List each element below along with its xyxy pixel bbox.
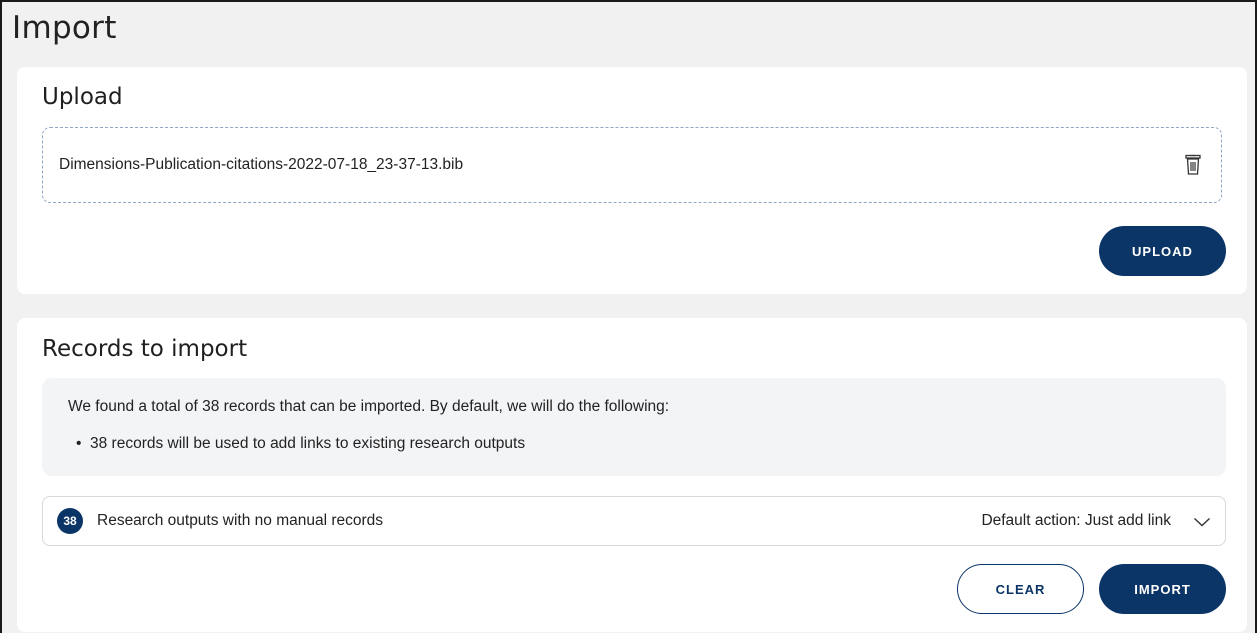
chevron-down-icon[interactable] (1193, 515, 1211, 527)
file-dropzone[interactable]: Dimensions-Publication-citations-2022-07… (42, 127, 1222, 203)
import-button[interactable]: IMPORT (1099, 564, 1226, 614)
bullet-text: 38 records will be used to add links to … (90, 435, 526, 452)
trash-icon[interactable] (1183, 154, 1203, 176)
bullet-marker: • (76, 435, 82, 452)
records-group-row[interactable]: 38 Research outputs with no manual recor… (42, 496, 1226, 546)
uploaded-file-name: Dimensions-Publication-citations-2022-07… (59, 156, 464, 173)
default-action-label: Default action: Just add link (981, 512, 1171, 529)
records-summary-panel: We found a total of 38 records that can … (42, 378, 1226, 476)
records-count-badge: 38 (57, 508, 83, 534)
clear-button[interactable]: CLEAR (957, 564, 1084, 614)
upload-card: Upload Dimensions-Publication-citations-… (17, 67, 1247, 294)
records-summary-bullet: • 38 records will be used to add links t… (76, 435, 526, 453)
records-card: Records to import We found a total of 38… (17, 318, 1247, 632)
import-window: Import Upload Dimensions-Publication-cit… (0, 0, 1257, 633)
records-summary-text: We found a total of 38 records that can … (68, 398, 670, 415)
page-title: Import (12, 10, 117, 46)
upload-button[interactable]: UPLOAD (1099, 226, 1226, 276)
records-title: Records to import (42, 336, 248, 362)
records-group-label: Research outputs with no manual records (97, 512, 384, 529)
upload-title: Upload (42, 84, 123, 110)
